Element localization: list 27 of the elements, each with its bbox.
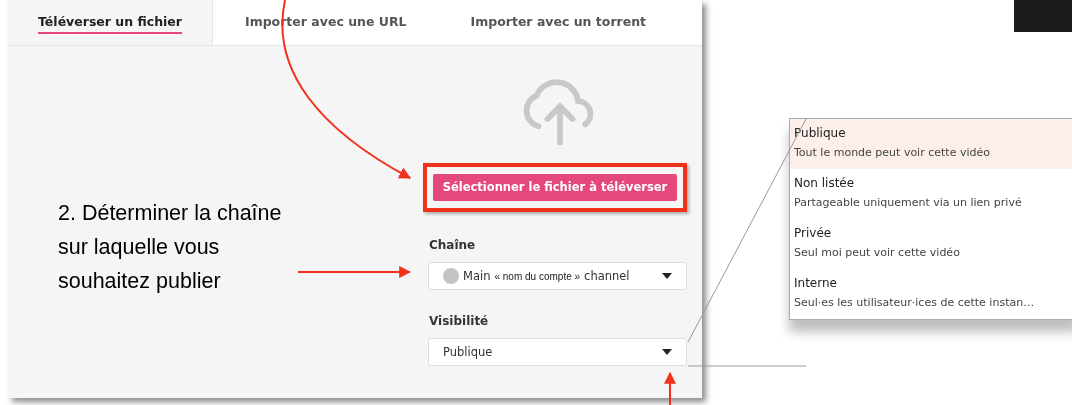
menu-option[interactable]: Publique Tout le monde peut voir cette vidéo	[790, 119, 1072, 169]
field-label: Visibilité	[429, 313, 490, 331]
select-file-button[interactable]: Sélectionner le fichier à téléverser	[433, 174, 677, 202]
option-description: Partageable uniquement via un lien privé	[794, 196, 1023, 209]
option-title: Non listée	[794, 176, 856, 190]
tab[interactable]: Téléverser un fichier	[8, 0, 213, 45]
visibility-select[interactable]: Publique	[428, 338, 687, 367]
option-description: Seul·es les utilisateur·ices de cette instan…	[794, 296, 1036, 309]
field-label: Chaîne	[429, 237, 477, 255]
dark-banner	[1014, 0, 1072, 32]
option-title: Interne	[794, 276, 838, 290]
menu-option[interactable]: Interne Seul·es les utilisateur·ices de cette instan…	[790, 269, 1072, 319]
option-description: Seul moi peut voir cette vidéo	[794, 246, 961, 259]
option-title: Privée	[794, 226, 833, 240]
caret-icon	[662, 273, 672, 280]
option-description: Tout le monde peut voir cette vidéo	[794, 146, 991, 159]
channel-suffix: channel	[584, 267, 630, 285]
channel-name: Main	[463, 267, 491, 285]
tab[interactable]: Importer avec un torrent	[438, 0, 679, 45]
up-arrow	[664, 371, 676, 405]
annotation-text: 2. Déterminer la chaîne sur laquelle vous souhaitez publier	[58, 200, 283, 295]
select-value: Publique	[443, 343, 493, 361]
account-placeholder: « nom du compte »	[494, 269, 581, 284]
option-title: Publique	[794, 126, 847, 140]
avatar-icon	[443, 268, 459, 285]
channel-select[interactable]: Main « nom du compte » channel	[428, 262, 687, 291]
caret-icon	[662, 349, 672, 356]
